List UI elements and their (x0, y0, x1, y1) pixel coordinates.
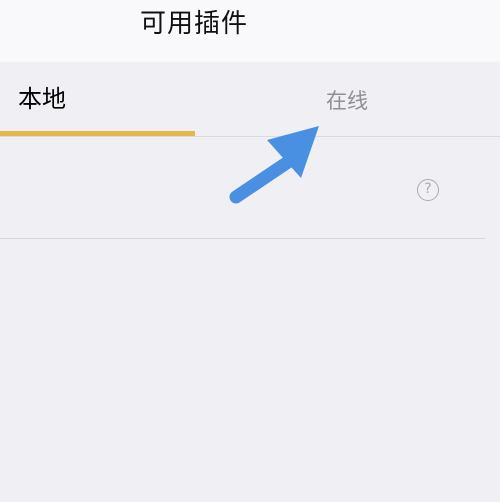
tab-local-label: 本地 (18, 85, 66, 113)
tab-online[interactable]: 在线 (250, 62, 500, 136)
page-title: 可用插件 (140, 9, 249, 39)
tab-online-label: 在线 (326, 89, 368, 113)
tab-local[interactable]: 本地 (0, 62, 195, 136)
tab-bar: 本地 在线 (0, 62, 500, 136)
question-circle-icon[interactable]: ? (417, 179, 439, 201)
nav-header: 可用插件 (0, 0, 500, 62)
row-divider (0, 238, 485, 239)
plugin-list-row[interactable]: ? (0, 137, 485, 238)
